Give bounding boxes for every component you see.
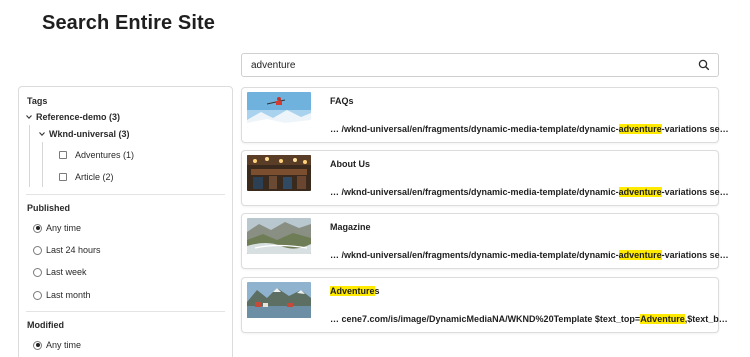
title-highlight: Adventure: [330, 286, 375, 296]
tree-item-wknd-universal[interactable]: Wknd-universal (3): [38, 129, 130, 139]
skier-thumbnail-icon: [247, 92, 311, 128]
published-option-last-month[interactable]: Last month: [33, 290, 91, 300]
published-heading: Published: [27, 203, 71, 213]
page-title: Search Entire Site: [42, 12, 215, 34]
snippet-text: ,$text_b…: [684, 314, 728, 324]
tags-heading: Tags: [27, 96, 48, 106]
radio-label: Any time: [46, 223, 82, 233]
search-box: [241, 53, 719, 77]
tree-item-label: Reference-demo (3): [36, 112, 121, 122]
result-title[interactable]: About Us: [330, 159, 370, 169]
checkbox[interactable]: [59, 173, 67, 181]
radio-button[interactable]: [33, 223, 42, 233]
tree-item-label: Wknd-universal (3): [49, 129, 130, 139]
tree-item-reference-demo[interactable]: Reference-demo (3): [25, 112, 120, 122]
snippet-highlight: adventure: [618, 124, 662, 134]
result-snippet: … cene7.com/is/image/DynamicMediaNA/WKND…: [330, 314, 728, 324]
result-title[interactable]: Adventures: [330, 286, 380, 296]
checkbox[interactable]: [59, 151, 67, 159]
tag-checkbox-article[interactable]: Article (2): [59, 172, 114, 182]
radio-button[interactable]: [33, 267, 42, 277]
modified-option-any-time[interactable]: Any time: [33, 340, 81, 350]
snippet-highlight: Adventure: [640, 314, 685, 324]
snippet-text: -variations se…: [661, 187, 729, 197]
radio-label: Last week: [46, 267, 87, 277]
chevron-down-icon[interactable]: [38, 130, 46, 138]
snippet-text: -variations se…: [661, 124, 729, 134]
title-text: s: [374, 286, 380, 296]
tag-checkbox-adventures[interactable]: Adventures (1): [59, 150, 134, 160]
result-title[interactable]: FAQs: [330, 96, 354, 106]
divider: [26, 194, 225, 195]
tag-label: Article (2): [75, 172, 114, 182]
radio-button[interactable]: [33, 290, 42, 300]
divider: [26, 311, 225, 312]
result-title[interactable]: Magazine: [330, 222, 371, 232]
published-option-last-week[interactable]: Last week: [33, 267, 87, 277]
result-snippet: … /wknd-universal/en/fragments/dynamic-m…: [330, 187, 729, 197]
search-result-card[interactable]: FAQs … /wknd-universal/en/fragments/dyna…: [241, 87, 729, 143]
published-option-last-24-hours[interactable]: Last 24 hours: [33, 245, 101, 255]
snippet-text: … /wknd-universal/en/fragments/dynamic-m…: [330, 187, 619, 197]
snippet-highlight: adventure: [618, 187, 662, 197]
result-snippet: … /wknd-universal/en/fragments/dynamic-m…: [330, 124, 729, 134]
published-option-any-time[interactable]: Any time: [33, 223, 81, 233]
radio-button[interactable]: [33, 245, 42, 255]
result-snippet: … /wknd-universal/en/fragments/dynamic-m…: [330, 250, 729, 260]
snippet-text: … /wknd-universal/en/fragments/dynamic-m…: [330, 250, 619, 260]
snippet-text: … cene7.com/is/image/DynamicMediaNA/WKND…: [330, 314, 641, 324]
radio-label: Any time: [46, 340, 82, 350]
modified-heading: Modified: [27, 320, 64, 330]
tree-guide-line: [29, 125, 30, 187]
search-result-card[interactable]: Adventures … cene7.com/is/image/DynamicM…: [241, 277, 728, 333]
snippet-highlight: adventure: [618, 250, 662, 260]
snippet-text: … /wknd-universal/en/fragments/dynamic-m…: [330, 124, 619, 134]
search-icon[interactable]: [696, 57, 712, 73]
search-result-card[interactable]: Magazine … /wknd-universal/en/fragments/…: [241, 213, 729, 269]
radio-button[interactable]: [33, 340, 42, 350]
valley-thumbnail-icon: [247, 218, 311, 254]
restaurant-thumbnail-icon: [247, 155, 311, 191]
search-result-card[interactable]: About Us … /wknd-universal/en/fragments/…: [241, 150, 729, 206]
search-input[interactable]: [242, 54, 682, 76]
radio-label: Last month: [46, 290, 91, 300]
fjord-thumbnail-icon: [247, 282, 311, 318]
snippet-text: -variations se…: [661, 250, 729, 260]
tag-label: Adventures (1): [75, 150, 135, 160]
radio-label: Last 24 hours: [46, 245, 101, 255]
tree-guide-line: [42, 142, 43, 187]
filter-panel: Tags Reference-demo (3) Wknd-universal (…: [18, 86, 233, 357]
chevron-down-icon[interactable]: [25, 113, 33, 121]
